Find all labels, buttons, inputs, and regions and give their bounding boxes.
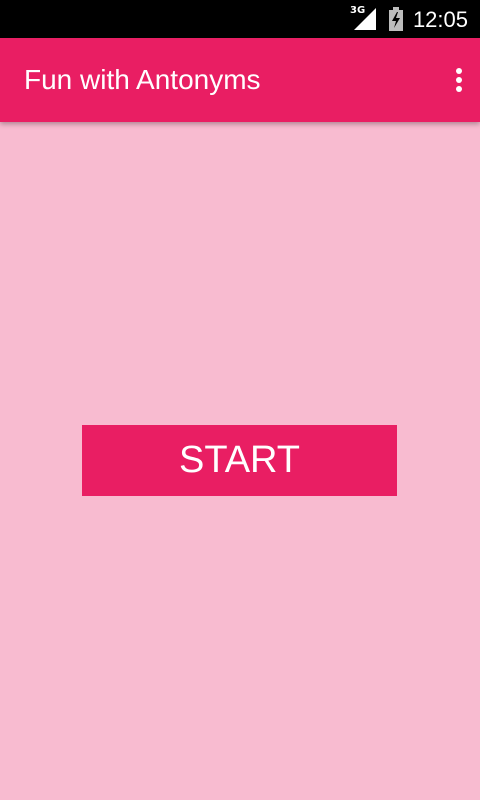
signal-icon	[354, 8, 376, 30]
battery-charging-icon	[389, 7, 403, 31]
overflow-dot	[456, 86, 462, 92]
overflow-dot	[456, 68, 462, 74]
app-screen: 3G 12:05 Fun with Antonyms START	[0, 0, 480, 800]
status-time: 12:05	[412, 7, 468, 32]
app-title: Fun with Antonyms	[24, 64, 261, 95]
app-bar: Fun with Antonyms	[0, 38, 480, 122]
start-button[interactable]: START	[82, 425, 397, 496]
overflow-dot	[456, 77, 462, 83]
network-indicator: 3G	[350, 6, 376, 30]
status-bar: 3G 12:05	[0, 0, 480, 38]
overflow-menu-icon[interactable]	[426, 64, 466, 96]
